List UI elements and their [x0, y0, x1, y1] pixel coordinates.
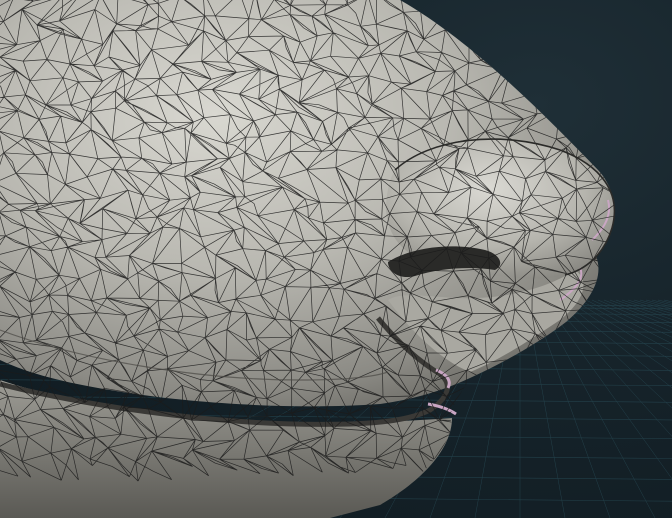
3d-viewport[interactable]: [0, 0, 672, 518]
mesh-render-canvas[interactable]: [0, 0, 672, 518]
mesh-model[interactable]: [0, 0, 672, 518]
